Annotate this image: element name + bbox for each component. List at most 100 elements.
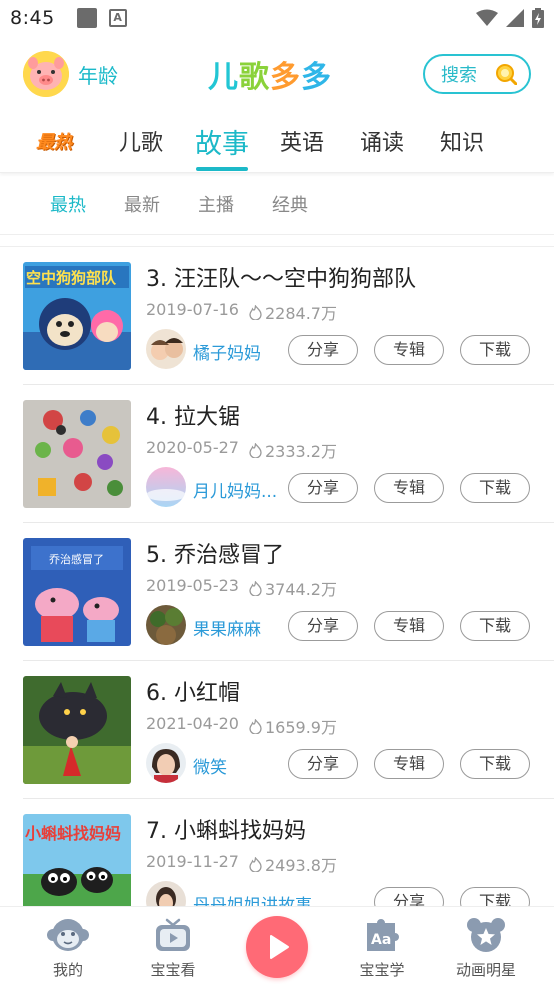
play-count: 2284.7万	[249, 300, 337, 324]
tab-hot[interactable]: 最热	[36, 128, 72, 154]
active-tab-indicator	[196, 167, 248, 171]
subtab-classic[interactable]: 经典	[272, 191, 308, 217]
logo-char-4: 多	[301, 60, 332, 95]
author-name[interactable]: 橘子妈妈	[193, 339, 261, 364]
play-icon	[270, 935, 289, 959]
album-button[interactable]: 专辑	[374, 749, 444, 779]
wifi-icon	[476, 9, 498, 26]
share-button[interactable]: 分享	[288, 611, 358, 641]
list-item[interactable]: 4. 拉大锯 2020-05-27 2333.2万 月儿妈妈... 分享 专辑 …	[0, 385, 554, 523]
nav-baby-learn[interactable]: Aa 宝宝学	[337, 907, 427, 984]
story-thumbnail[interactable]: 乔治感冒了	[23, 538, 131, 646]
author-name[interactable]: 微笑	[193, 753, 227, 778]
age-avatar-pig-icon[interactable]	[23, 51, 69, 97]
nav-label: 我的	[52, 961, 83, 979]
author-avatar[interactable]	[146, 329, 186, 369]
story-date: 2019-11-27	[146, 852, 239, 871]
author-avatar[interactable]	[146, 467, 186, 507]
story-thumbnail[interactable]: 空中狗狗部队	[23, 262, 131, 370]
story-thumbnail[interactable]: 小蝌蚪找妈妈	[23, 814, 131, 906]
story-title[interactable]: 7. 小蝌蚪找妈妈	[146, 813, 306, 845]
logo-char-1: 儿	[208, 60, 239, 95]
flame-icon	[249, 442, 262, 458]
monkey-face-icon	[47, 919, 89, 951]
tab-knowledge[interactable]: 知识	[440, 125, 484, 157]
share-button[interactable]: 分享	[288, 335, 358, 365]
story-date: 2019-07-16	[146, 300, 239, 319]
author-name[interactable]: 果果麻麻	[193, 615, 261, 640]
app-logo: 儿歌多多	[208, 52, 332, 96]
tab-songs[interactable]: 儿歌	[119, 125, 163, 157]
search-label: 搜索	[441, 65, 477, 86]
nav-label: 动画明星	[455, 961, 516, 979]
share-button[interactable]: 分享	[288, 749, 358, 779]
list-item[interactable]: 乔治感冒了 5. 乔治感冒了 2019-05-23 3744.2万 果果麻麻 分…	[0, 523, 554, 661]
share-button[interactable]: 分享	[288, 473, 358, 503]
download-button[interactable]: 下载	[460, 611, 530, 641]
subtab-newest[interactable]: 最新	[124, 191, 160, 217]
play-count-value: 2493.8万	[265, 856, 337, 875]
author-avatar[interactable]	[146, 743, 186, 783]
play-count: 2333.2万	[249, 438, 337, 462]
sort-tabs: 最热 最新 主播 经典	[0, 173, 554, 235]
battery-icon	[532, 8, 544, 28]
author-name[interactable]: 丹丹姐姐讲故事	[193, 891, 312, 906]
download-button[interactable]: 下载	[460, 749, 530, 779]
author-avatar[interactable]	[146, 881, 186, 906]
category-tabs: 最热 儿歌 故事 英语 诵读 知识	[0, 115, 554, 173]
story-thumbnail[interactable]	[23, 400, 131, 508]
play-count: 1659.9万	[249, 714, 337, 738]
download-button[interactable]: 下载	[460, 887, 530, 906]
play-count: 3744.2万	[249, 576, 337, 600]
story-title[interactable]: 3. 汪汪队～～空中狗狗部队	[146, 261, 416, 293]
logo-char-3: 多	[270, 60, 301, 95]
nav-baby-watch[interactable]: 宝宝看	[128, 907, 218, 984]
tab-english[interactable]: 英语	[280, 125, 324, 157]
play-count: 2493.8万	[249, 852, 337, 876]
album-button[interactable]: 专辑	[374, 335, 444, 365]
nav-label: 宝宝看	[150, 961, 196, 979]
author-name[interactable]: 月儿妈妈...	[193, 477, 277, 502]
thumbnail-text: 空中狗狗部队	[26, 269, 117, 287]
download-button[interactable]: 下载	[460, 335, 530, 365]
download-button[interactable]: 下载	[460, 473, 530, 503]
list-item[interactable]: 小蝌蚪找妈妈 7. 小蝌蚪找妈妈 2019-11-27 2493.8万 丹丹姐姐…	[0, 799, 554, 906]
story-title[interactable]: 6. 小红帽	[146, 675, 240, 707]
app-header: 年龄 儿歌多多 搜索	[0, 44, 554, 106]
story-thumbnail[interactable]	[23, 676, 131, 784]
tv-play-icon	[156, 918, 190, 951]
keyboard-a-icon: A	[108, 9, 127, 27]
subtab-host[interactable]: 主播	[198, 191, 234, 217]
status-bar: 8:45 A	[0, 0, 554, 36]
play-count-value: 1659.9万	[265, 718, 337, 737]
signal-icon	[506, 9, 524, 27]
play-button[interactable]	[246, 916, 308, 978]
story-date: 2021-04-20	[146, 714, 239, 733]
list-item[interactable]: 6. 小红帽 2021-04-20 1659.9万 微笑 分享 专辑 下载	[0, 661, 554, 799]
bear-star-icon	[467, 918, 505, 952]
flame-icon	[249, 718, 262, 734]
thumbnail-text: 小蝌蚪找妈妈	[25, 824, 122, 843]
story-title[interactable]: 5. 乔治感冒了	[146, 537, 284, 569]
nav-cartoon-stars[interactable]: 动画明星	[441, 907, 531, 984]
story-date: 2019-05-23	[146, 576, 239, 595]
age-label[interactable]: 年龄	[78, 60, 118, 89]
album-button[interactable]: 专辑	[374, 473, 444, 503]
search-button[interactable]: 搜索	[423, 54, 531, 94]
flame-icon	[249, 304, 262, 320]
author-avatar[interactable]	[146, 605, 186, 645]
nav-label: 宝宝学	[359, 961, 405, 979]
list-item[interactable]: 空中狗狗部队 3. 汪汪队～～空中狗狗部队 2019-07-16 2284.7万…	[0, 247, 554, 385]
tab-stories[interactable]: 故事	[195, 122, 249, 161]
subtab-hot[interactable]: 最热	[50, 191, 86, 217]
album-button[interactable]: 专辑	[374, 611, 444, 641]
bottom-navigation: 我的 宝宝看 Aa 宝宝学 动画明星	[0, 906, 554, 984]
share-button[interactable]: 分享	[374, 887, 444, 906]
tab-recite[interactable]: 诵读	[360, 125, 404, 157]
nav-mine[interactable]: 我的	[23, 907, 113, 984]
play-count-value: 2284.7万	[265, 304, 337, 323]
flame-icon	[249, 856, 262, 872]
flame-icon	[249, 580, 262, 596]
story-title[interactable]: 4. 拉大锯	[146, 399, 240, 431]
status-time: 8:45	[10, 7, 55, 29]
